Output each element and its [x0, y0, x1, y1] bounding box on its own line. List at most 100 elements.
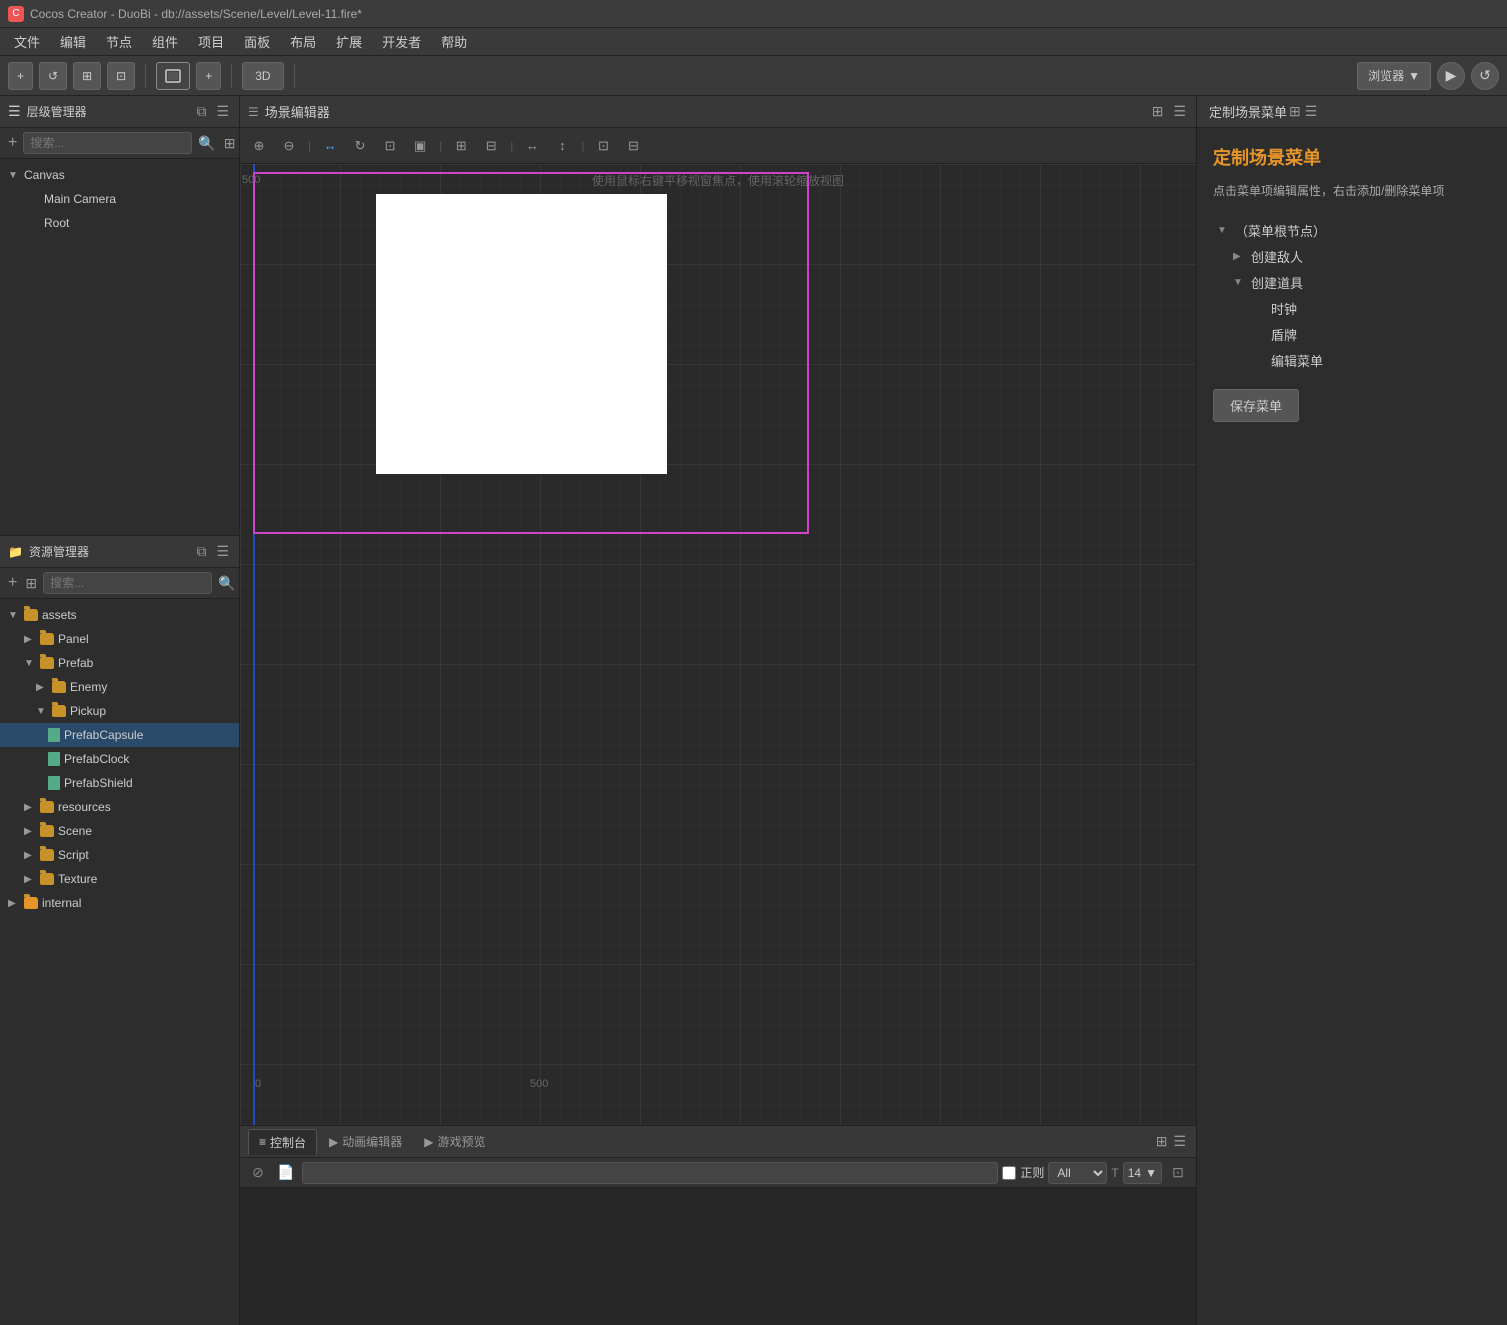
right-expand-btn[interactable]: ⊞ — [1287, 101, 1303, 122]
asset-add-btn[interactable]: + — [6, 572, 19, 594]
menu-tree-enemy[interactable]: ▶ 创建敌人 — [1213, 243, 1491, 269]
asset-item-resources[interactable]: ▶ resources — [0, 795, 239, 819]
fit-view-btn[interactable]: ⊡ — [591, 133, 617, 159]
zoom-in-btn[interactable]: ⊕ — [246, 133, 272, 159]
asset-sort-btn[interactable]: ⊞ — [23, 573, 39, 594]
reload-button[interactable]: ↺ — [1471, 62, 1499, 90]
script-arrow[interactable]: ▶ — [24, 850, 36, 861]
align-v-btn[interactable]: ↕ — [549, 133, 575, 159]
hierarchy-search-icon[interactable]: 🔍 — [196, 133, 217, 154]
asset-item-prefabshield[interactable]: PrefabShield — [0, 771, 239, 795]
asset-item-prefab[interactable]: ▼ Prefab — [0, 651, 239, 675]
tab-console[interactable]: ≡ 控制台 — [248, 1129, 317, 1155]
asset-item-prefabclock[interactable]: PrefabClock — [0, 747, 239, 771]
asset-search-input[interactable] — [43, 572, 212, 594]
prefabshield-label: PrefabShield — [64, 776, 133, 790]
tab-game-preview[interactable]: ▶ 游戏预览 — [414, 1129, 495, 1154]
move-tool-btn[interactable]: ↔ — [317, 133, 343, 159]
add-node-btn[interactable]: + — [8, 62, 33, 90]
prefab-arrow[interactable]: ▼ — [24, 658, 36, 669]
console-filter-input[interactable] — [302, 1162, 998, 1184]
rotate-tool-btn[interactable]: ↻ — [347, 133, 373, 159]
pickup-arrow[interactable]: ▼ — [36, 706, 48, 717]
asset-item-texture[interactable]: ▶ Texture — [0, 867, 239, 891]
asset-item-pickup[interactable]: ▼ Pickup — [0, 699, 239, 723]
right-menu-btn[interactable]: ☰ — [1303, 101, 1320, 122]
hierarchy-menu-btn[interactable]: ☰ — [214, 101, 231, 122]
menu-extend[interactable]: 扩展 — [326, 28, 372, 55]
root-tree-label: （菜单根节点） — [1235, 221, 1326, 240]
menu-tree-shield[interactable]: 盾牌 — [1213, 321, 1491, 347]
console-menu-btn[interactable]: ☰ — [1171, 1131, 1188, 1152]
refresh-btn[interactable]: ↺ — [39, 62, 67, 90]
scene-mode-btn[interactable]: + — [196, 62, 221, 90]
assets-arrow[interactable]: ▼ — [8, 610, 20, 621]
console-fullscreen-btn[interactable]: ⊡ — [1166, 1161, 1190, 1185]
zoom-out-btn[interactable]: ⊖ — [276, 133, 302, 159]
tree-item-main-camera[interactable]: Main Camera — [0, 187, 239, 211]
menu-project[interactable]: 项目 — [188, 28, 234, 55]
menu-file[interactable]: 文件 — [4, 28, 50, 55]
menu-component[interactable]: 组件 — [142, 28, 188, 55]
asset-copy-btn[interactable]: ⧉ — [194, 541, 208, 562]
scene-menu-btn[interactable]: ☰ — [1171, 101, 1188, 122]
menu-panel[interactable]: 面板 — [234, 28, 280, 55]
menu-tree-clock[interactable]: 时钟 — [1213, 295, 1491, 321]
canvas-arrow[interactable]: ▼ — [8, 170, 20, 181]
console-expand-btn[interactable]: ⊞ — [1154, 1131, 1170, 1152]
main-layout: ☰ 层级管理器 ⧉ ☰ + 🔍 ⊞ ↺ ▼ Canvas — [0, 96, 1507, 1325]
asset-item-enemy[interactable]: ▶ Enemy — [0, 675, 239, 699]
asset-menu-btn[interactable]: ☰ — [214, 541, 231, 562]
center-btn[interactable]: ⊟ — [621, 133, 647, 159]
snap-btn[interactable]: ⊟ — [478, 133, 504, 159]
texture-arrow[interactable]: ▶ — [24, 874, 36, 885]
tab-animation[interactable]: ▶ 动画编辑器 — [319, 1129, 412, 1154]
enemy-arrow[interactable]: ▶ — [36, 682, 48, 693]
scene-canvas-area[interactable]: 使用鼠标右键平移视窗焦点，使用滚轮缩放视图 — [240, 164, 1196, 1125]
browser-dropdown[interactable]: 浏览器 ▼ — [1357, 62, 1431, 90]
asset-item-internal[interactable]: ▶ internal — [0, 891, 239, 915]
asset-item-prefabcapsule[interactable]: PrefabCapsule — [0, 723, 239, 747]
ruler-0-bottom: 0 — [255, 1078, 261, 1090]
menu-developer[interactable]: 开发者 — [372, 28, 431, 55]
align-h-btn[interactable]: ↔ — [519, 133, 545, 159]
fit-btn[interactable]: ⊡ — [107, 62, 135, 90]
asset-search-icon[interactable]: 🔍 — [216, 573, 237, 594]
menu-edit[interactable]: 编辑 — [50, 28, 96, 55]
console-level-select[interactable]: All Error Warn Log — [1048, 1162, 1107, 1184]
internal-arrow[interactable]: ▶ — [8, 898, 20, 909]
hierarchy-expand-icon[interactable]: ⊞ — [222, 133, 238, 154]
scene-expand-btn[interactable]: ⊞ — [1150, 101, 1166, 122]
root-tree-arrow: ▼ — [1217, 225, 1231, 236]
expand-btn[interactable]: ⊞ — [73, 62, 101, 90]
asset-item-panel[interactable]: ▶ Panel — [0, 627, 239, 651]
3d-toggle-btn[interactable]: 3D — [242, 62, 283, 90]
console-clear-btn[interactable]: ⊘ — [246, 1161, 270, 1185]
hierarchy-search-input[interactable] — [23, 132, 192, 154]
panel-arrow[interactable]: ▶ — [24, 634, 36, 645]
play-button[interactable]: ▶ — [1437, 62, 1465, 90]
asset-item-script[interactable]: ▶ Script — [0, 843, 239, 867]
hierarchy-copy-btn[interactable]: ⧉ — [194, 101, 208, 122]
hierarchy-add-btn[interactable]: + — [6, 132, 19, 154]
tree-item-canvas[interactable]: ▼ Canvas — [0, 163, 239, 187]
resources-arrow[interactable]: ▶ — [24, 802, 36, 813]
menu-help[interactable]: 帮助 — [431, 28, 477, 55]
console-fontsize-control[interactable]: 14 ▼ — [1123, 1162, 1162, 1184]
menu-tree-root[interactable]: ▼ （菜单根节点） — [1213, 217, 1491, 243]
asset-item-assets[interactable]: ▼ assets — [0, 603, 239, 627]
scene-2d-btn[interactable] — [156, 62, 190, 90]
grid-btn[interactable]: ⊞ — [448, 133, 474, 159]
console-regex-checkbox[interactable] — [1002, 1166, 1016, 1180]
asset-item-scene[interactable]: ▶ Scene — [0, 819, 239, 843]
tree-item-root[interactable]: Root — [0, 211, 239, 235]
scale-tool-btn[interactable]: ⊡ — [377, 133, 403, 159]
rect-tool-btn[interactable]: ▣ — [407, 133, 433, 159]
menu-tree-prop[interactable]: ▼ 创建道具 — [1213, 269, 1491, 295]
console-file-btn[interactable]: 📄 — [274, 1161, 298, 1185]
scene-arrow[interactable]: ▶ — [24, 826, 36, 837]
save-menu-button[interactable]: 保存菜单 — [1213, 389, 1299, 422]
menu-node[interactable]: 节点 — [96, 28, 142, 55]
menu-tree-edit[interactable]: 编辑菜单 — [1213, 347, 1491, 373]
menu-layout[interactable]: 布局 — [280, 28, 326, 55]
